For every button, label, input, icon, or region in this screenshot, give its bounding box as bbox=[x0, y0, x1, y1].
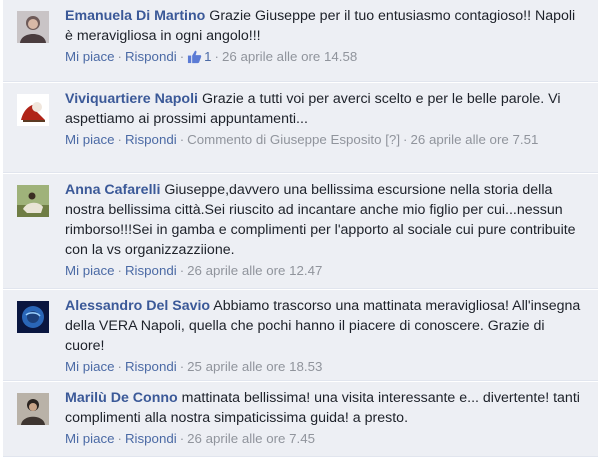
comment-actions: Mi piace · Rispondi · Commento di Giuseppe E… bbox=[65, 132, 539, 147]
like-button[interactable]: Mi piace bbox=[65, 263, 115, 278]
comment-item: Anna Cafarelli Giuseppe,davvero una bell… bbox=[3, 174, 598, 289]
comment-author-link[interactable]: Alessandro Del Savio bbox=[65, 298, 210, 314]
reply-button[interactable]: Rispondi bbox=[125, 431, 177, 446]
comment-author-link[interactable]: Viviquartiere Napoli bbox=[65, 91, 198, 107]
commented-by-label: Commento di Giuseppe Esposito bbox=[187, 132, 382, 147]
thumbs-up-icon bbox=[188, 50, 202, 64]
comment-timestamp[interactable]: 26 aprile alle ore 12.47 bbox=[187, 263, 322, 278]
comment-item: Emanuela Di Martino Grazie Giuseppe per … bbox=[3, 0, 598, 82]
comment-actions: Mi piace · Rispondi · 25 aprile alle ore 18.… bbox=[65, 359, 323, 374]
like-button[interactable]: Mi piace bbox=[65, 49, 115, 64]
like-button[interactable]: Mi piace bbox=[65, 431, 115, 446]
comment-item: Viviquartiere Napoli Grazie a tutti voi … bbox=[3, 83, 598, 173]
comment-item: Alessandro Del Savio Abbiamo trascorso u… bbox=[3, 290, 598, 381]
comment-text: Emanuela Di Martino Grazie Giuseppe per … bbox=[65, 6, 584, 46]
comment-timestamp[interactable]: 26 aprile alle ore 7.51 bbox=[410, 132, 538, 147]
comment-actions: Mi piace · Rispondi · 1 · 26 aprile alle ore 1… bbox=[65, 49, 358, 64]
comment-text: Marilù De Conno mattinata bellissima! un… bbox=[65, 388, 584, 428]
avatar[interactable] bbox=[17, 301, 49, 333]
comment-timestamp[interactable]: 26 aprile alle ore 7.45 bbox=[187, 431, 315, 446]
like-button[interactable]: Mi piace bbox=[65, 359, 115, 374]
comment-timestamp[interactable]: 25 aprile alle ore 18.53 bbox=[187, 359, 322, 374]
help-link[interactable]: [?] bbox=[385, 132, 400, 147]
reply-button[interactable]: Rispondi bbox=[125, 132, 177, 147]
reply-button[interactable]: Rispondi bbox=[125, 263, 177, 278]
comment-feed: Emanuela Di Martino Grazie Giuseppe per … bbox=[0, 0, 600, 459]
like-button[interactable]: Mi piace bbox=[65, 132, 115, 147]
avatar[interactable] bbox=[17, 94, 49, 126]
comment-author-link[interactable]: Emanuela Di Martino bbox=[65, 8, 205, 24]
comment-author-link[interactable]: Anna Cafarelli bbox=[65, 182, 160, 198]
comment-text: Alessandro Del Savio Abbiamo trascorso u… bbox=[65, 296, 584, 356]
avatar[interactable] bbox=[17, 11, 49, 43]
comment-timestamp[interactable]: 26 aprile alle ore 14.58 bbox=[222, 49, 357, 64]
comment-author-link[interactable]: Marilù De Conno bbox=[65, 390, 178, 406]
comment-text: Viviquartiere Napoli Grazie a tutti voi … bbox=[65, 89, 584, 129]
avatar[interactable] bbox=[17, 393, 49, 425]
like-count[interactable]: 1 bbox=[187, 49, 212, 64]
comment-actions: Mi piace · Rispondi · 26 aprile alle ore 7.4… bbox=[65, 431, 316, 446]
comment-item: Marilù De Conno mattinata bellissima! un… bbox=[3, 382, 598, 457]
reply-button[interactable]: Rispondi bbox=[125, 359, 177, 374]
comment-text: Anna Cafarelli Giuseppe,davvero una bell… bbox=[65, 180, 584, 260]
reply-button[interactable]: Rispondi bbox=[125, 49, 177, 64]
avatar[interactable] bbox=[17, 185, 49, 217]
comment-actions: Mi piace · Rispondi · 26 aprile alle ore 12.… bbox=[65, 263, 323, 278]
